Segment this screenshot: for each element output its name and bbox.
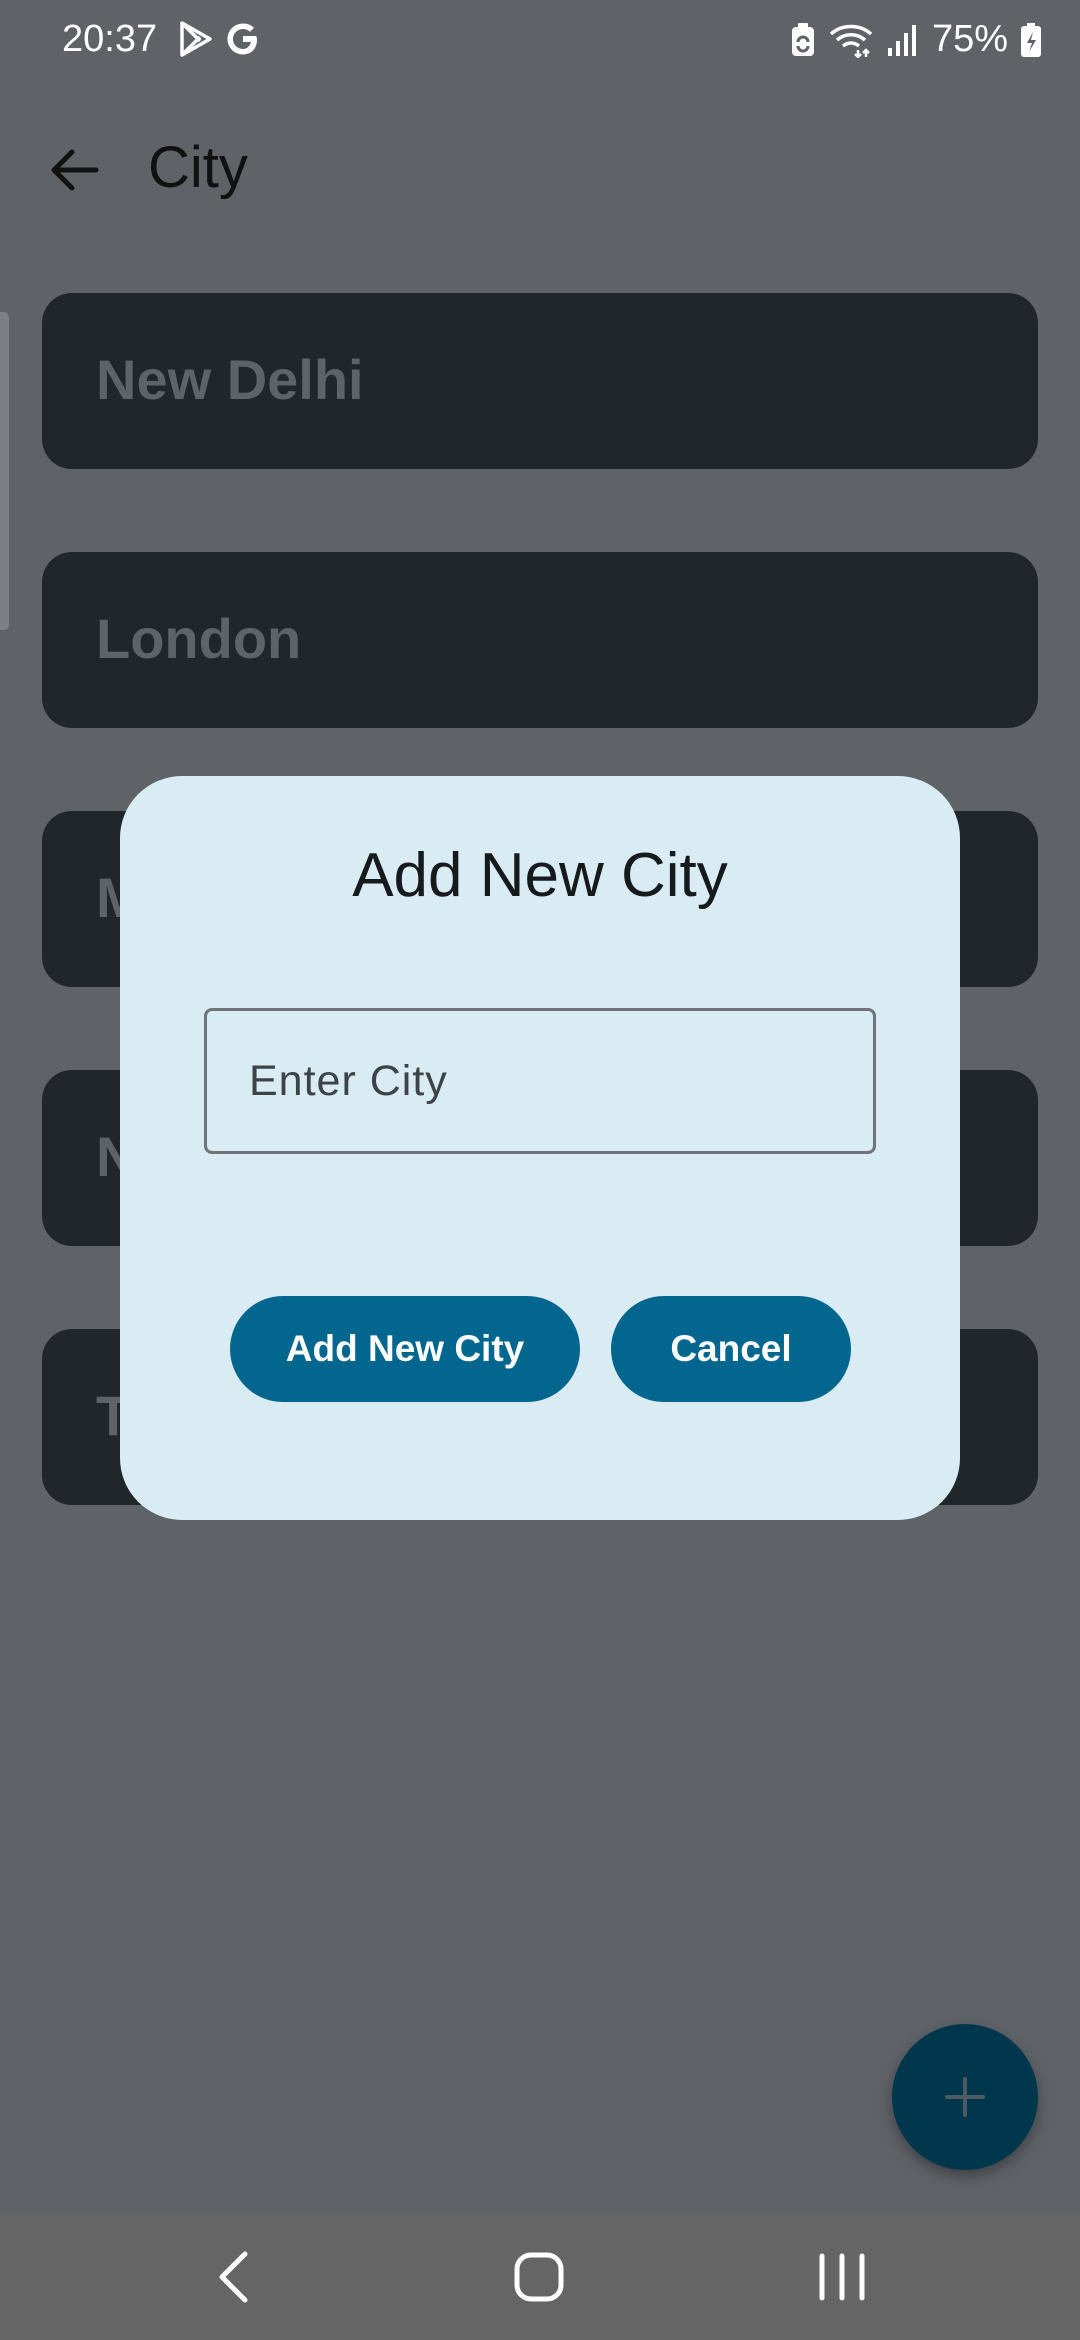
scrollbar[interactable] (0, 312, 9, 630)
city-name-input[interactable]: Enter City (204, 1008, 876, 1154)
dialog-title: Add New City (352, 841, 728, 910)
play-store-icon (180, 21, 212, 57)
battery-saver-icon (791, 22, 814, 56)
city-label: London (96, 607, 302, 670)
nav-back-icon (219, 2251, 248, 2303)
add-city-dialog: Add New City Enter City Add New City Can… (120, 776, 960, 1520)
google-icon (227, 23, 257, 55)
nav-home-button[interactable] (479, 2212, 599, 2340)
back-button[interactable] (44, 140, 104, 200)
city-input-placeholder: Enter City (249, 1057, 448, 1105)
arrow-back-icon (51, 149, 99, 191)
app-bar: City (0, 110, 1080, 230)
page-title: City (148, 135, 248, 200)
city-label: New Delhi (96, 348, 364, 411)
status-left-icons (176, 20, 262, 58)
cancel-button[interactable]: Cancel (611, 1296, 851, 1402)
nav-recents-button[interactable] (782, 2212, 902, 2340)
city-card-new-delhi[interactable]: New Delhi (42, 293, 1038, 469)
add-city-fab[interactable] (892, 2024, 1038, 2170)
battery-icon (1021, 22, 1041, 57)
system-nav-bar (0, 2212, 1080, 2340)
status-right: 75% (790, 18, 1042, 61)
nav-recents-icon (819, 2253, 865, 2301)
city-card-london[interactable]: London (42, 552, 1038, 728)
plus-icon (945, 2077, 985, 2117)
status-bar: 20:37 75% (0, 0, 1080, 80)
battery-percent: 75% (931, 18, 1008, 60)
signal-icon (887, 24, 916, 56)
nav-back-button[interactable] (178, 2212, 298, 2340)
add-new-city-button[interactable]: Add New City (230, 1296, 580, 1402)
status-time: 20:37 (62, 18, 158, 60)
wifi-icon (829, 24, 873, 58)
nav-home-icon (514, 2252, 564, 2302)
